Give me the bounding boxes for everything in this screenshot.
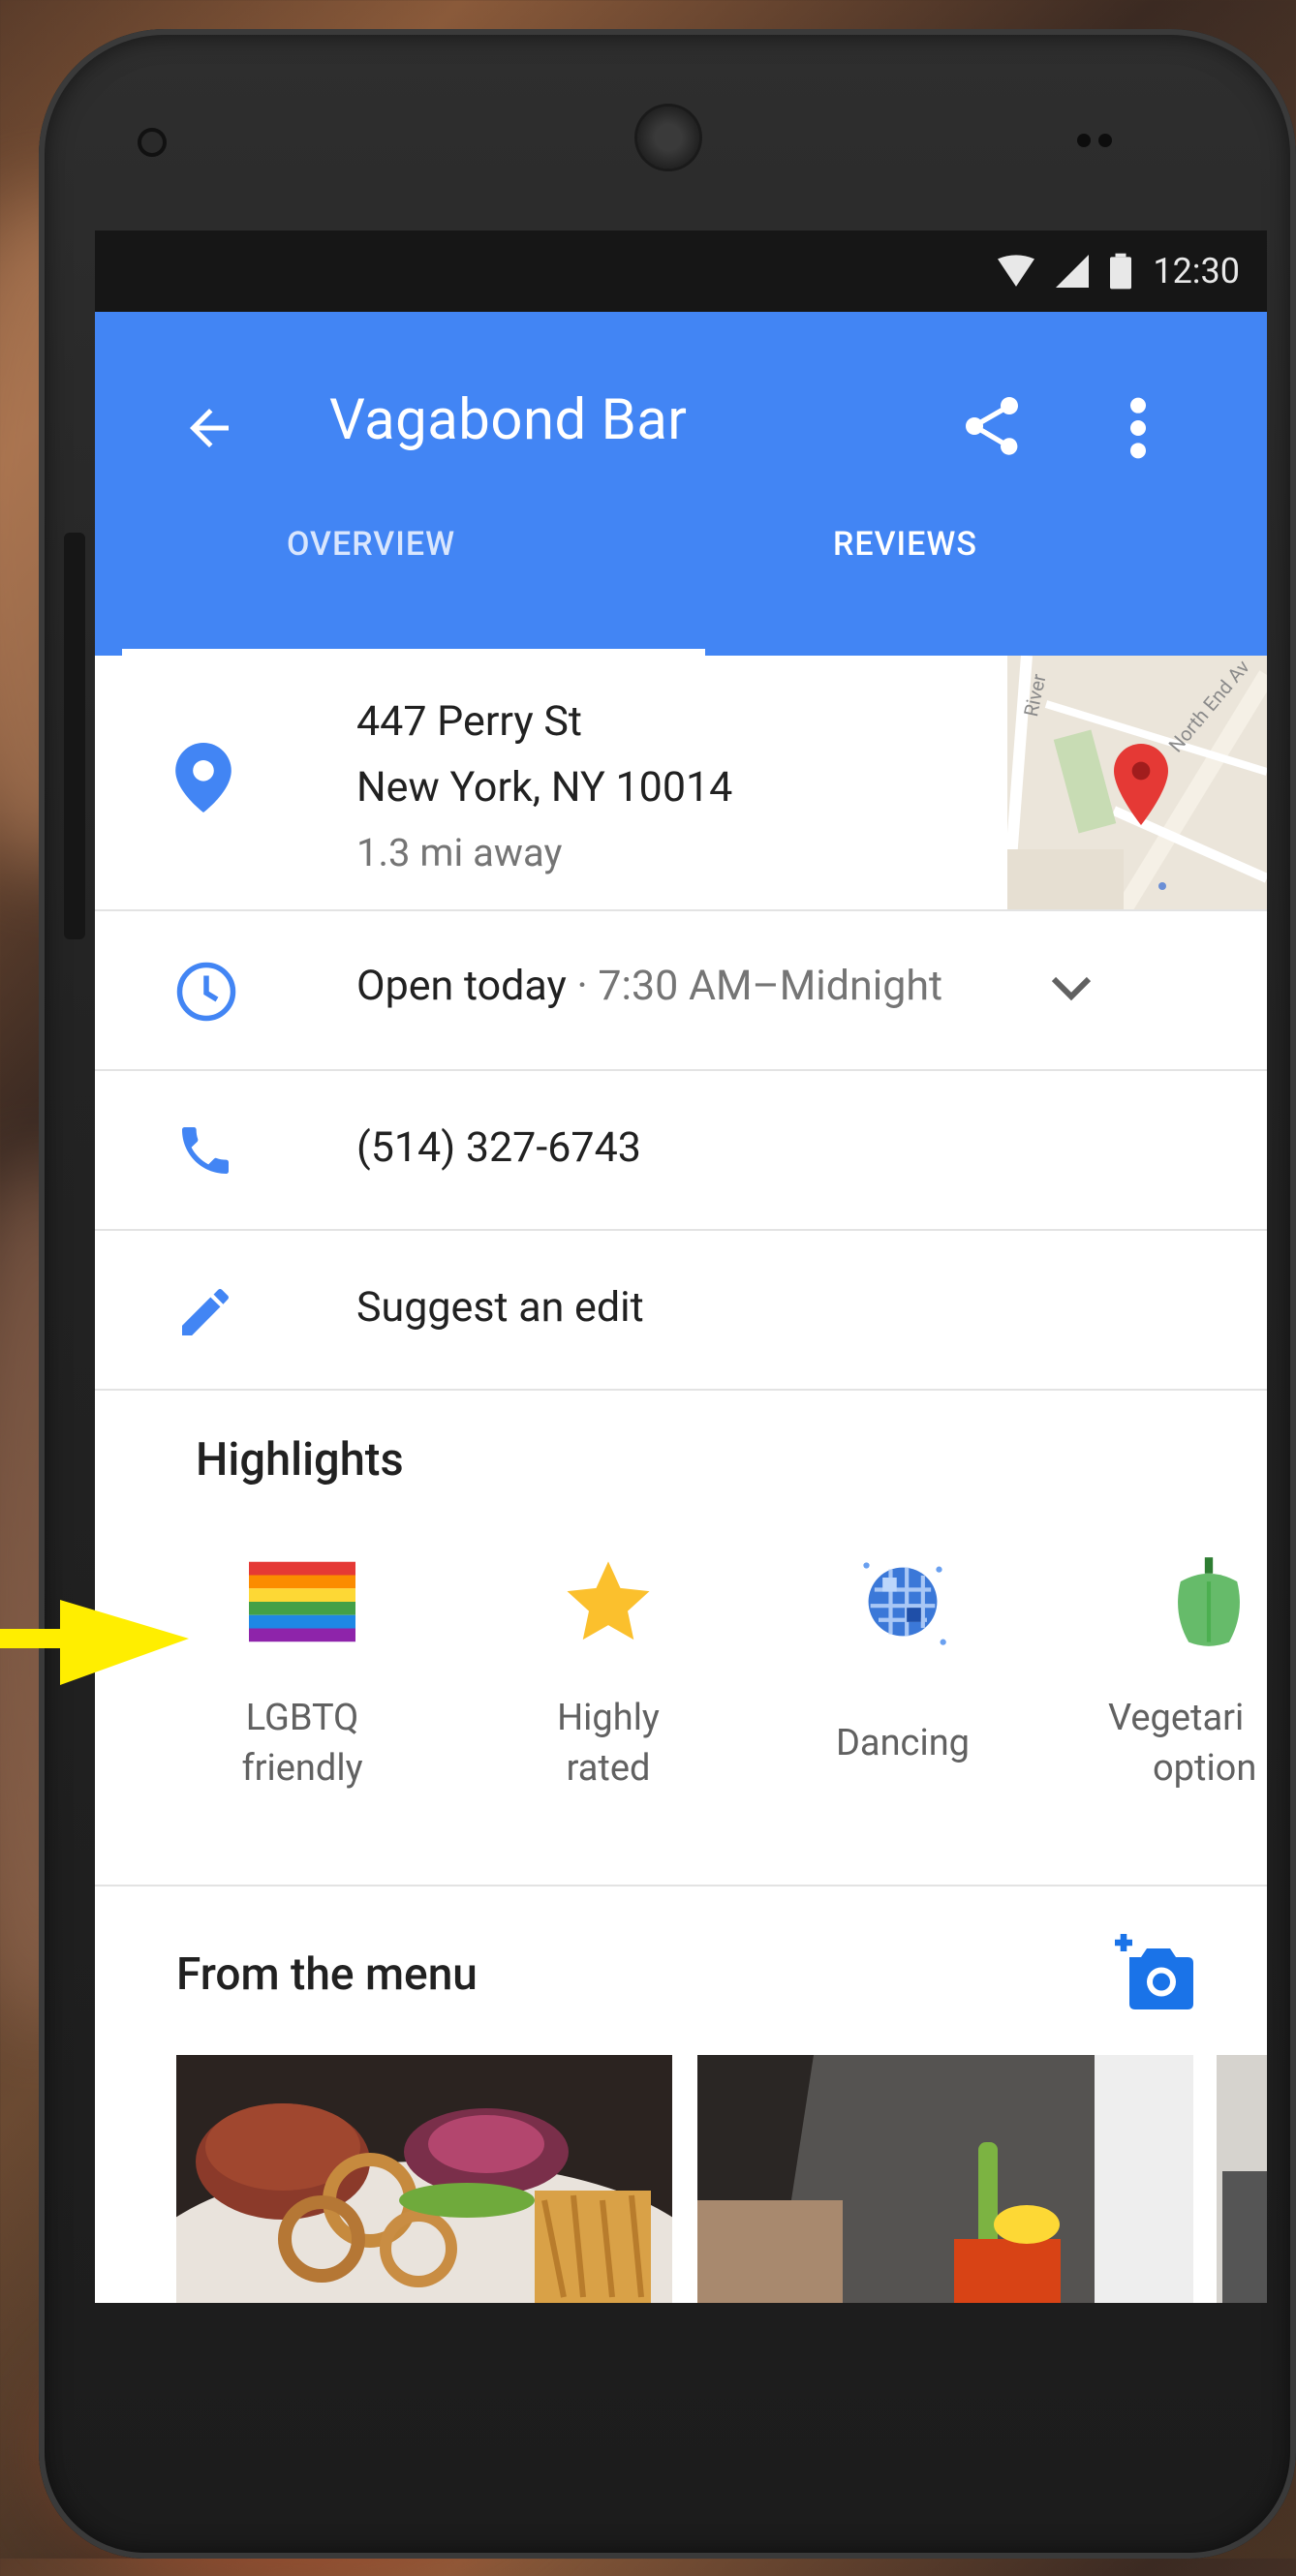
pepper-icon <box>1178 1557 1240 1646</box>
highlight-item[interactable]: Highly rated <box>502 1553 715 1794</box>
address-line1: 447 Perry St <box>356 697 582 746</box>
rainbow-flag-icon <box>249 1561 355 1642</box>
highlight-label: rated <box>566 1747 651 1790</box>
partial-image <box>1217 2055 1267 2303</box>
highlight-item[interactable]: Vegetari option <box>1102 1553 1267 1794</box>
highlight-label: Highly <box>557 1697 660 1739</box>
screen: 12:30 Vagabond Bar OVERVIEW REVIEWS 447 … <box>95 230 1267 2303</box>
tab-reviews[interactable]: REVIEWS <box>833 525 977 564</box>
location-pin-icon <box>175 743 231 813</box>
menu-photo-partial[interactable] <box>1217 2055 1267 2303</box>
address-distance: 1.3 mi away <box>356 830 563 875</box>
address-row[interactable]: 447 Perry St New York, NY 10014 1.3 mi a… <box>95 656 1267 911</box>
clock-icon <box>176 962 236 1022</box>
suggest-edit-label: Suggest an edit <box>356 1283 644 1332</box>
address-line2: New York, NY 10014 <box>356 763 733 812</box>
app-bar: Vagabond Bar OVERVIEW REVIEWS <box>95 312 1267 656</box>
map-thumbnail[interactable]: River North End Av <box>1007 656 1267 909</box>
place-title: Vagabond Bar <box>329 387 688 453</box>
highlights-title: Highlights <box>196 1433 404 1487</box>
more-vert-icon[interactable] <box>1124 389 1153 467</box>
map-marker-icon <box>1114 744 1168 825</box>
back-arrow-icon[interactable] <box>180 399 238 457</box>
status-time: 12:30 <box>1153 251 1240 291</box>
phone-side-button <box>64 533 85 939</box>
hours-separator: · <box>566 962 599 1010</box>
tab-indicator <box>122 649 705 656</box>
status-bar: 12:30 <box>95 230 1267 312</box>
phone-speaker-dot <box>1098 134 1112 147</box>
pencil-icon <box>182 1289 229 1335</box>
yellow-arrow-icon <box>0 1600 189 1685</box>
star-icon <box>567 1561 650 1641</box>
highlight-label: LGBTQ <box>245 1697 359 1739</box>
menu-section: From the menu <box>95 1886 1267 2303</box>
highlight-label: Dancing <box>835 1722 971 1764</box>
phone-number: (514) 327-6743 <box>356 1123 641 1172</box>
disco-ball-icon <box>863 1562 946 1645</box>
battery-icon <box>1110 253 1132 290</box>
highlight-label: option <box>1153 1747 1257 1790</box>
menu-photo-burger[interactable] <box>176 2055 672 2303</box>
highlight-label: Vegetari <box>1108 1697 1245 1739</box>
phone-speaker-dot <box>1077 134 1091 147</box>
phone-icon <box>182 1127 229 1174</box>
menu-title: From the menu <box>176 1948 478 2001</box>
highlight-label: friendly <box>241 1747 363 1790</box>
burger-image <box>176 2055 672 2303</box>
menu-photo-drink[interactable] <box>697 2055 1193 2303</box>
highlight-item[interactable]: LGBTQ friendly <box>196 1553 409 1794</box>
phone-front-camera <box>637 107 699 169</box>
add-photo-icon[interactable] <box>1112 1933 1193 2010</box>
hours-range: 7:30 AM–Midnight <box>598 962 943 1010</box>
share-icon[interactable] <box>957 387 1027 465</box>
signal-icon <box>1056 255 1090 288</box>
phone-sensor <box>138 128 167 157</box>
hours-status: Open today <box>356 962 567 1010</box>
highlight-item[interactable]: Dancing <box>796 1553 1009 1768</box>
phone-row[interactable]: (514) 327-6743 <box>95 1071 1267 1231</box>
tab-overview[interactable]: OVERVIEW <box>287 525 455 564</box>
hours-row[interactable]: Open today · 7:30 AM–Midnight <box>95 911 1267 1071</box>
suggest-edit-row[interactable]: Suggest an edit <box>95 1231 1267 1391</box>
highlights-section: Highlights LGBTQ friendly Highly rated D… <box>95 1391 1267 1886</box>
chevron-down-icon[interactable] <box>1048 971 1095 1006</box>
wifi-icon <box>998 255 1035 287</box>
drink-image <box>697 2055 1193 2303</box>
